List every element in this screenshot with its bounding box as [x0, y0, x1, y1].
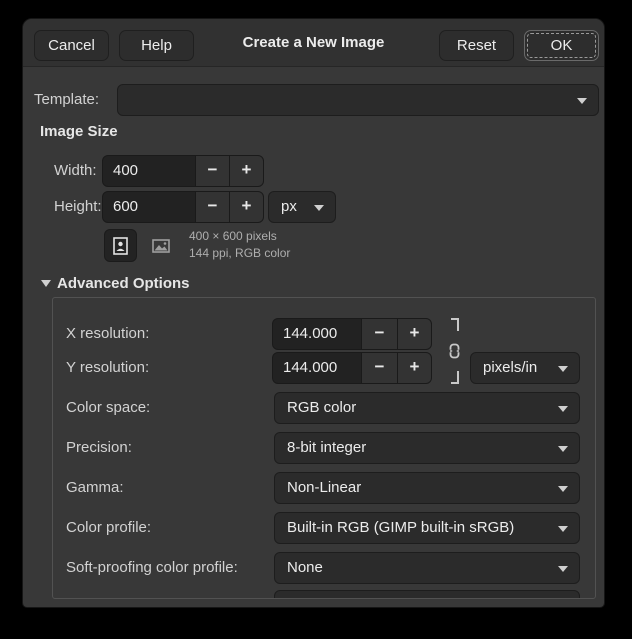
unit-dropdown[interactable]: px [268, 191, 336, 223]
chain-link-icon [449, 343, 460, 359]
x-resolution-increment-button[interactable]: + [397, 318, 432, 350]
y-resolution-increment-button[interactable]: + [397, 352, 432, 384]
dialog-window: Cancel Help Create a New Image Reset OK … [22, 18, 605, 608]
help-button[interactable]: Help [119, 30, 194, 61]
landscape-image-icon [152, 239, 170, 253]
template-label: Template: [34, 84, 99, 116]
soft-proofing-value: None [287, 559, 323, 576]
clipped-dropdown[interactable] [274, 590, 580, 599]
reset-button[interactable]: Reset [439, 30, 514, 61]
y-resolution-decrement-button[interactable]: − [361, 352, 398, 384]
chain-bracket-bottom [451, 371, 459, 384]
resolution-unit-dropdown[interactable]: pixels/in [470, 352, 580, 384]
resolution-unit-value: pixels/in [483, 359, 537, 376]
ok-button[interactable]: OK [524, 30, 599, 61]
chain-bracket-top [451, 318, 459, 331]
advanced-options-frame: X resolution: 144.000 − + Y resolution: … [52, 297, 596, 599]
x-resolution-label: X resolution: [66, 318, 149, 350]
advanced-options-heading: Advanced Options [57, 275, 190, 292]
size-summary-line2: 144 ppi, RGB color [189, 245, 290, 262]
chevron-down-icon [558, 406, 568, 412]
soft-proofing-dropdown[interactable]: None [274, 552, 580, 584]
chevron-down-icon [558, 486, 568, 492]
chain-link-toggle[interactable] [443, 318, 459, 384]
color-space-value: RGB color [287, 399, 356, 416]
x-resolution-decrement-button[interactable]: − [361, 318, 398, 350]
unit-value: px [281, 198, 297, 215]
portrait-orientation-button[interactable] [104, 229, 137, 262]
precision-label: Precision: [66, 432, 132, 464]
precision-dropdown[interactable]: 8-bit integer [274, 432, 580, 464]
image-size-heading: Image Size [40, 123, 118, 140]
dialog-title: Create a New Image [243, 19, 385, 67]
height-input[interactable]: 600 [102, 191, 196, 223]
chevron-down-icon [558, 526, 568, 532]
chevron-down-icon [558, 366, 568, 372]
color-profile-dropdown[interactable]: Built-in RGB (GIMP built-in sRGB) [274, 512, 580, 544]
y-resolution-label: Y resolution: [66, 352, 149, 384]
width-decrement-button[interactable]: − [195, 155, 230, 187]
gamma-dropdown[interactable]: Non-Linear [274, 472, 580, 504]
color-space-label: Color space: [66, 392, 150, 424]
height-label: Height: [54, 191, 102, 223]
gamma-label: Gamma: [66, 472, 124, 504]
width-label: Width: [54, 155, 97, 187]
height-decrement-button[interactable]: − [195, 191, 230, 223]
gamma-value: Non-Linear [287, 479, 361, 496]
advanced-options-expander[interactable]: Advanced Options [41, 274, 190, 292]
width-input[interactable]: 400 [102, 155, 196, 187]
precision-value: 8-bit integer [287, 439, 366, 456]
color-profile-label: Color profile: [66, 512, 151, 544]
template-dropdown[interactable] [117, 84, 599, 116]
landscape-orientation-button[interactable] [144, 229, 177, 262]
y-resolution-input[interactable]: 144.000 [272, 352, 362, 384]
chevron-down-icon [314, 205, 324, 211]
chevron-down-icon [558, 566, 568, 572]
disclosure-triangle-icon [41, 280, 51, 287]
chevron-down-icon [577, 98, 587, 104]
color-space-dropdown[interactable]: RGB color [274, 392, 580, 424]
cancel-button[interactable]: Cancel [34, 30, 109, 61]
color-profile-value: Built-in RGB (GIMP built-in sRGB) [287, 519, 514, 536]
x-resolution-input[interactable]: 144.000 [272, 318, 362, 350]
height-increment-button[interactable]: + [229, 191, 264, 223]
size-summary-line1: 400 × 600 pixels [189, 228, 290, 245]
width-increment-button[interactable]: + [229, 155, 264, 187]
size-summary: 400 × 600 pixels 144 ppi, RGB color [189, 228, 290, 262]
chevron-down-icon [558, 446, 568, 452]
portrait-page-icon [113, 237, 128, 255]
soft-proofing-label: Soft-proofing color profile: [66, 552, 238, 584]
header-bar: Cancel Help Create a New Image Reset OK [23, 19, 604, 67]
